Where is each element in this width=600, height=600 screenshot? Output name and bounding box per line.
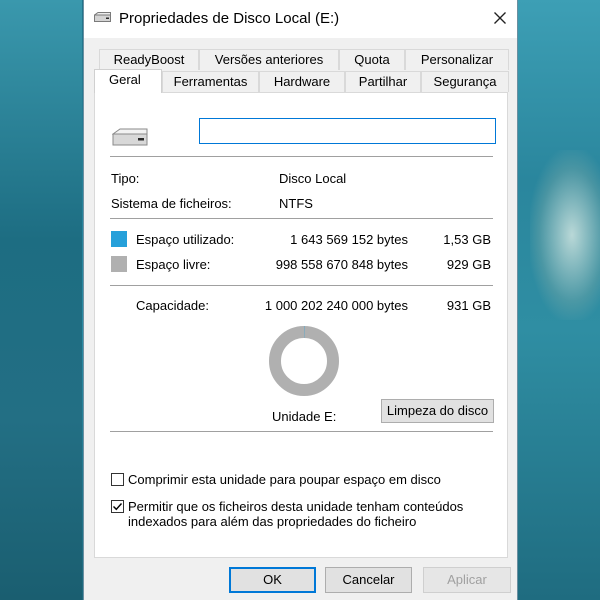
general-tab-panel: Tipo: Disco Local Sistema de ficheiros: … <box>94 92 508 558</box>
tab-quota[interactable]: Quota <box>339 49 405 70</box>
compress-label: Comprimir esta unidade para poupar espaç… <box>128 472 441 487</box>
title-bar[interactable]: Propriedades de Disco Local (E:) <box>84 0 517 38</box>
index-label-line1: Permitir que os ficheiros desta unidade … <box>128 499 464 514</box>
tab-versoes-anteriores[interactable]: Versões anteriores <box>199 49 339 70</box>
volume-name-input[interactable] <box>199 118 496 144</box>
capacity-label: Capacidade: <box>136 298 209 313</box>
capacity-bytes: 1 000 202 240 000 bytes <box>264 298 408 313</box>
index-label-line2: indexados para além das propriedades do … <box>128 514 417 529</box>
drive-letter-label: Unidade E: <box>272 409 337 424</box>
free-space-label: Espaço livre: <box>136 257 211 272</box>
tab-ferramentas[interactable]: Ferramentas <box>162 71 259 92</box>
index-checkbox[interactable] <box>111 500 124 513</box>
free-space-swatch <box>111 256 127 272</box>
free-space-size: 929 GB <box>446 257 491 272</box>
type-value: Disco Local <box>279 171 347 186</box>
drive-icon <box>94 12 111 22</box>
tab-partilhar[interactable]: Partilhar <box>345 71 421 92</box>
separator <box>110 156 493 157</box>
ok-button[interactable]: OK <box>229 567 316 593</box>
used-space-bytes: 1 643 569 152 bytes <box>290 232 408 247</box>
tab-personalizar[interactable]: Personalizar <box>405 49 509 70</box>
filesystem-label: Sistema de ficheiros: <box>111 196 232 211</box>
window-title: Propriedades de Disco Local (E:) <box>119 10 340 27</box>
properties-window: Propriedades de Disco Local (E:) ReadyBo… <box>83 0 518 600</box>
used-space-swatch <box>111 231 127 247</box>
desktop-background-highlight <box>530 150 600 320</box>
cancel-button-label: Cancelar <box>342 572 395 587</box>
disk-cleanup-button[interactable]: Limpeza do disco <box>381 399 494 423</box>
tab-geral[interactable]: Geral <box>94 69 162 93</box>
filesystem-value: NTFS <box>279 196 313 211</box>
disk-cleanup-button-label: Limpeza do disco <box>386 403 489 418</box>
close-button[interactable] <box>488 6 512 30</box>
apply-button[interactable]: Aplicar <box>423 567 511 593</box>
drive-icon <box>112 128 148 146</box>
check-icon <box>113 503 123 511</box>
close-icon <box>494 12 506 24</box>
separator <box>110 431 493 432</box>
compress-checkbox[interactable] <box>111 473 124 486</box>
free-space-bytes: 998 558 670 848 bytes <box>275 257 408 272</box>
desktop-background-left <box>0 0 82 600</box>
tab-hardware[interactable]: Hardware <box>259 71 345 92</box>
capacity-size: 931 GB <box>446 298 491 313</box>
donut-free-segment <box>269 326 339 396</box>
tab-seguranca[interactable]: Segurança <box>421 71 509 92</box>
tab-readyboost[interactable]: ReadyBoost <box>99 49 199 70</box>
separator <box>110 218 493 219</box>
type-label: Tipo: <box>111 171 140 186</box>
ok-button-label: OK <box>263 572 282 587</box>
used-space-size: 1,53 GB <box>443 232 491 247</box>
disk-usage-donut <box>269 326 339 396</box>
cancel-button[interactable]: Cancelar <box>325 567 412 593</box>
separator <box>110 285 493 286</box>
used-space-label: Espaço utilizado: <box>136 232 235 247</box>
apply-button-label: Aplicar <box>447 572 487 587</box>
